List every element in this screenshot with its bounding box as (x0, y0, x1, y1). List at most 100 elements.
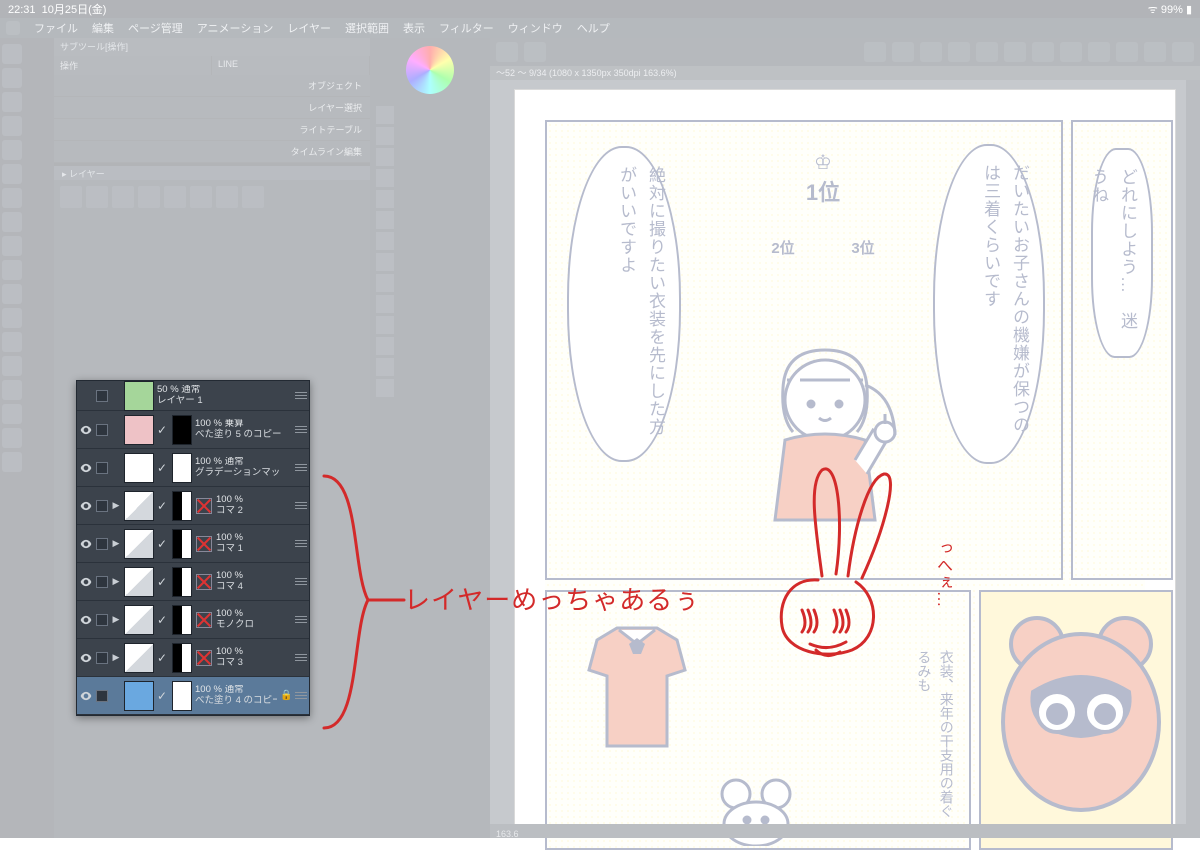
aux-icon[interactable] (376, 127, 394, 145)
layer-visibility-icon[interactable] (79, 575, 93, 589)
layer-handle-icon[interactable] (295, 614, 307, 625)
layer-visibility-icon[interactable] (79, 499, 93, 513)
aux-icon[interactable] (376, 253, 394, 271)
menu-item[interactable]: レイヤー (287, 20, 331, 36)
panel-icon[interactable] (242, 186, 264, 208)
toolbar-icon[interactable] (496, 42, 518, 62)
subtool-tab[interactable]: LINE (212, 56, 370, 75)
layer-checkbox[interactable] (96, 614, 108, 626)
aux-icon[interactable] (376, 169, 394, 187)
layer-visibility-icon[interactable] (79, 461, 93, 475)
layer-mask-thumbnail[interactable] (172, 453, 192, 483)
layer-expand-icon[interactable]: ▶ (111, 576, 121, 587)
toolbar-icon[interactable] (1032, 42, 1054, 62)
tool-icon[interactable] (2, 452, 22, 472)
layer-checkbox[interactable] (96, 424, 108, 436)
layer-handle-icon[interactable] (295, 576, 307, 587)
aux-icon[interactable] (376, 106, 394, 124)
tool-icon[interactable] (2, 44, 22, 64)
ruler-disabled-icon[interactable] (195, 535, 213, 553)
tool-icon[interactable] (2, 116, 22, 136)
aux-icon[interactable] (376, 232, 394, 250)
layer-checkbox[interactable] (96, 690, 108, 702)
panel-icon[interactable] (190, 186, 212, 208)
toolbar-icon[interactable] (892, 42, 914, 62)
aux-icon[interactable] (376, 379, 394, 397)
toolbar-icon[interactable] (948, 42, 970, 62)
aux-icon[interactable] (376, 358, 394, 376)
aux-icon[interactable] (376, 274, 394, 292)
horizontal-scrollbar[interactable]: 163.6 (490, 824, 1200, 838)
layer-checkbox[interactable] (96, 500, 108, 512)
layer-checkbox[interactable] (96, 538, 108, 550)
color-wheel-icon[interactable] (406, 46, 454, 94)
menu-item[interactable]: ファイル (34, 20, 78, 36)
layer-checkbox[interactable] (96, 576, 108, 588)
layer-handle-icon[interactable] (295, 390, 307, 401)
panel-icon[interactable] (60, 186, 82, 208)
tool-icon[interactable] (2, 260, 22, 280)
layer-handle-icon[interactable] (295, 652, 307, 663)
toolbar-icon[interactable] (1172, 42, 1194, 62)
toolbar-icon[interactable] (524, 42, 546, 62)
toolbar-icon[interactable] (920, 42, 942, 62)
layer-checkbox[interactable] (96, 652, 108, 664)
lock-icon[interactable]: 🔒 (280, 690, 292, 701)
vertical-scrollbar[interactable] (1186, 80, 1200, 838)
layer-expand-icon[interactable]: ▶ (111, 500, 121, 511)
layer-mask-thumbnail[interactable] (172, 491, 192, 521)
panel-icon[interactable] (112, 186, 134, 208)
subtool-item[interactable]: ライトテーブル (54, 119, 370, 141)
menu-item[interactable]: ウィンドウ (508, 20, 563, 36)
tool-icon[interactable] (2, 92, 22, 112)
subtool-item[interactable]: レイヤー選択 (54, 97, 370, 119)
canvas[interactable]: だいたいお子さんの機嫌が保つのは三着くらいです 絶対に撮りたい衣装を先にした方が… (490, 80, 1200, 838)
toolbar-icon[interactable] (1116, 42, 1138, 62)
menu-item[interactable]: 表示 (403, 20, 425, 36)
layer-row[interactable]: ▶✓100 %コマ 3 (77, 639, 309, 677)
layer-row[interactable]: ✓100 % 乗算べた塗り 5 のコピー (77, 411, 309, 449)
layer-visibility-icon[interactable] (79, 389, 93, 403)
aux-icon[interactable] (376, 211, 394, 229)
tool-icon[interactable] (2, 404, 22, 424)
layer-row[interactable]: ▶✓100 %コマ 4 (77, 563, 309, 601)
subtool-tab[interactable]: 操作 (54, 56, 212, 75)
panel-icon[interactable] (164, 186, 186, 208)
layer-row[interactable]: 50 % 通常レイヤー 1 (77, 381, 309, 411)
layer-handle-icon[interactable] (295, 538, 307, 549)
toolbar-icon[interactable] (1004, 42, 1026, 62)
toolbox[interactable] (0, 38, 54, 838)
panel-icon[interactable] (216, 186, 238, 208)
layer-visibility-icon[interactable] (79, 651, 93, 665)
aux-icon[interactable] (376, 337, 394, 355)
tool-icon[interactable] (2, 308, 22, 328)
layer-checkbox[interactable] (96, 462, 108, 474)
toolbar-icon[interactable] (1088, 42, 1110, 62)
layer-mask-thumbnail[interactable] (172, 415, 192, 445)
layer-checkbox[interactable] (96, 390, 108, 402)
layer-expand-icon[interactable]: ▶ (111, 538, 121, 549)
tool-icon[interactable] (2, 356, 22, 376)
layer-handle-icon[interactable] (295, 690, 307, 701)
panel-icon[interactable] (138, 186, 160, 208)
tool-icon[interactable] (2, 332, 22, 352)
tool-icon[interactable] (2, 236, 22, 256)
menu-item[interactable]: アニメーション (197, 20, 274, 36)
layer-mask-thumbnail[interactable] (172, 681, 192, 711)
aux-icon[interactable] (376, 190, 394, 208)
tool-icon[interactable] (2, 428, 22, 448)
layer-expand-icon[interactable]: ▶ (111, 652, 121, 663)
layer-mask-thumbnail[interactable] (172, 643, 192, 673)
layer-row[interactable]: ▶✓100 %モノクロ (77, 601, 309, 639)
subtool-item[interactable]: タイムライン編集 (54, 141, 370, 163)
aux-icon[interactable] (376, 148, 394, 166)
toolbar-icon[interactable] (976, 42, 998, 62)
layer-list-popout[interactable]: 50 % 通常レイヤー 1✓100 % 乗算べた塗り 5 のコピー✓100 % … (76, 380, 310, 716)
layer-visibility-icon[interactable] (79, 689, 93, 703)
layer-visibility-icon[interactable] (79, 613, 93, 627)
subtool-item[interactable]: オブジェクト (54, 75, 370, 97)
ruler-disabled-icon[interactable] (195, 649, 213, 667)
layer-expand-icon[interactable]: ▶ (111, 614, 121, 625)
menu-item[interactable]: フィルター (439, 20, 494, 36)
layer-row[interactable]: ✓100 % 通常グラデーションマッ (77, 449, 309, 487)
